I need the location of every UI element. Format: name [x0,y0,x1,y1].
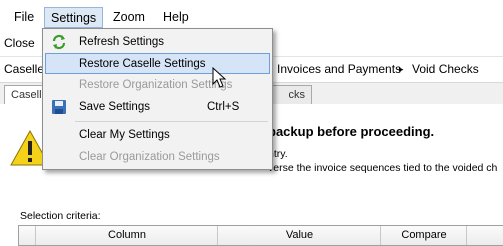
breadcrumb-root[interactable]: Caselle [4,62,44,76]
menu-zoom[interactable]: Zoom [107,7,151,27]
menu-item-label: Refresh Settings [79,36,165,48]
menu-item-clear-my-settings[interactable]: Clear My Settings [45,125,270,146]
column-header-compare[interactable]: Compare [380,226,467,245]
menu-help[interactable]: Help [157,7,195,27]
column-header-value[interactable]: Value [217,226,381,245]
breadcrumb-separator-icon: ▸ [399,64,404,74]
menu-item-clear-organization-settings: Clear Organization Settings [45,147,270,168]
menu-settings[interactable]: Settings [44,7,104,28]
column-header-extra [466,226,503,245]
menu-item-label: Clear Organization Settings [79,151,220,163]
menu-item-label: Save Settings [79,101,150,113]
mouse-cursor-icon [212,67,227,88]
menu-item-label: Clear My Settings [79,129,170,141]
warning-title: backup before proceeding. [268,124,435,139]
menu-file[interactable]: File [8,7,40,27]
refresh-icon [52,34,66,50]
menu-separator [75,121,268,122]
menu-item-shortcut: Ctrl+S [207,101,240,113]
settings-dropdown-menu: Refresh Settings Restore Caselle Setting… [42,28,273,170]
menu-item-label: Restore Caselle Settings [79,58,206,70]
selection-criteria-grid: Column Value Compare [18,225,503,246]
menu-item-label: Restore Organization Settings [79,79,233,91]
warning-text-line-2: verse the invoice sequences tied to the … [268,162,498,174]
breadcrumb-current: Void Checks [412,62,479,76]
menu-item-refresh-settings[interactable]: Refresh Settings [45,32,270,53]
breadcrumb-invoices-payments[interactable]: Invoices and Payments [277,62,401,76]
grid-row-header [19,226,35,245]
save-icon [52,100,66,114]
column-header-column[interactable]: Column [35,226,218,245]
menu-item-save-settings[interactable]: Save Settings Ctrl+S [45,97,270,118]
menu-item-restore-organization-settings: Restore Organization Settings [45,75,270,96]
close-button[interactable]: Close [4,36,35,50]
menu-item-restore-caselle-settings[interactable]: Restore Caselle Settings [45,53,270,74]
selection-criteria-label: Selection criteria: [20,210,101,222]
